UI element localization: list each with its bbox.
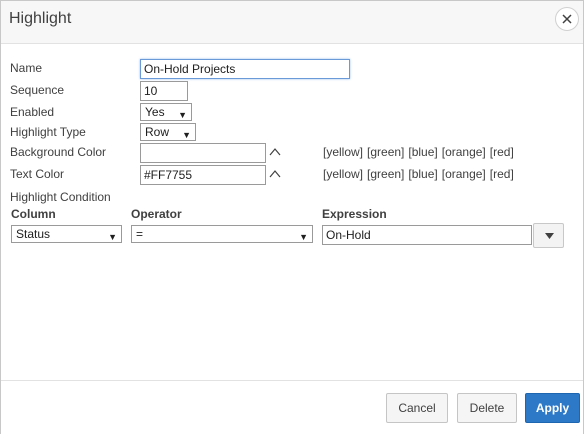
highlight-type-label: Highlight Type <box>10 125 86 139</box>
name-label: Name <box>10 61 43 75</box>
swatch-green-link[interactable]: [green] <box>367 145 404 159</box>
background-color-input[interactable] <box>140 143 266 163</box>
expression-header: Expression <box>322 207 387 221</box>
swatch-orange-link[interactable]: [orange] <box>442 167 486 181</box>
text-color-swatches: [yellow] [green] [blue] [orange] [red] <box>323 167 518 181</box>
expression-input[interactable]: On-Hold <box>322 225 532 245</box>
swatch-red-link[interactable]: [red] <box>490 145 514 159</box>
swatch-blue-link[interactable]: [blue] <box>408 145 437 159</box>
close-button[interactable] <box>555 7 579 31</box>
operator-select[interactable]: = ▼ <box>131 225 313 243</box>
sequence-input[interactable]: 10 <box>140 81 188 101</box>
expression-lov-button[interactable] <box>533 223 564 248</box>
swatch-yellow-link[interactable]: [yellow] <box>323 167 363 181</box>
operator-select-value: = <box>136 227 144 241</box>
column-select[interactable]: Status ▼ <box>11 225 122 243</box>
swatch-blue-link[interactable]: [blue] <box>408 167 437 181</box>
highlight-type-select-value: Row <box>145 125 170 139</box>
swatch-orange-link[interactable]: [orange] <box>442 145 486 159</box>
column-header: Column <box>11 207 56 221</box>
dropdown-arrow-icon: ▼ <box>299 232 308 242</box>
color-picker-icon[interactable] <box>268 168 282 180</box>
enabled-select-value: Yes <box>145 105 165 119</box>
highlight-dialog: Highlight Name On-Hold Projects Sequence… <box>0 0 584 434</box>
sequence-label: Sequence <box>10 83 65 97</box>
highlight-condition-label: Highlight Condition <box>10 190 111 204</box>
swatch-yellow-link[interactable]: [yellow] <box>323 145 363 159</box>
text-color-label: Text Color <box>10 167 65 181</box>
dropdown-arrow-icon: ▼ <box>108 232 117 242</box>
background-color-label: Background Color <box>10 145 107 159</box>
chevron-down-icon <box>545 233 554 239</box>
enabled-label: Enabled <box>10 105 55 119</box>
background-color-swatches: [yellow] [green] [blue] [orange] [red] <box>323 145 518 159</box>
name-input[interactable]: On-Hold Projects <box>140 59 350 79</box>
operator-header: Operator <box>131 207 182 221</box>
highlight-type-select[interactable]: Row ▼ <box>140 123 196 141</box>
dropdown-arrow-icon: ▼ <box>178 110 187 120</box>
dialog-title: Highlight <box>9 10 72 27</box>
text-color-input[interactable]: #FF7755 <box>140 165 266 185</box>
apply-button[interactable]: Apply <box>525 393 580 423</box>
enabled-select[interactable]: Yes ▼ <box>140 103 192 121</box>
swatch-green-link[interactable]: [green] <box>367 167 404 181</box>
dialog-titlebar: Highlight <box>1 1 583 44</box>
delete-button[interactable]: Delete <box>457 393 517 423</box>
swatch-red-link[interactable]: [red] <box>490 167 514 181</box>
dropdown-arrow-icon: ▼ <box>182 130 191 140</box>
column-select-value: Status <box>16 227 51 241</box>
color-picker-icon[interactable] <box>268 146 282 158</box>
close-icon <box>562 14 572 24</box>
cancel-button[interactable]: Cancel <box>386 393 448 423</box>
